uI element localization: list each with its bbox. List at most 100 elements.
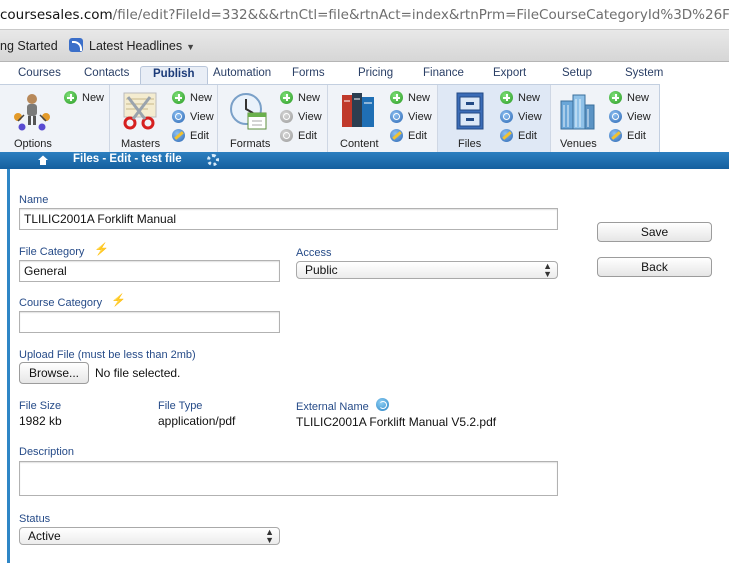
file-type-value: application/pdf [158, 414, 236, 428]
files-new-button[interactable]: New [500, 91, 540, 105]
venues-buildings-icon [560, 94, 595, 130]
no-file-selected-text: No file selected. [95, 366, 181, 380]
ribbon-group-formats: Formats New View Edit [218, 85, 328, 153]
masters-view-button[interactable]: View [172, 110, 214, 124]
edit-icon [500, 129, 513, 142]
tab-contacts[interactable]: Contacts [84, 67, 129, 79]
edit-icon [172, 129, 185, 142]
rss-icon [69, 38, 83, 52]
venues-view-button[interactable]: View [609, 110, 651, 124]
home-icon[interactable] [37, 154, 49, 166]
tab-courses[interactable]: Courses [18, 67, 61, 79]
file-size-label: File Size [19, 400, 62, 412]
options-new-button[interactable]: New [64, 91, 104, 105]
tab-system[interactable]: System [625, 67, 663, 79]
view-icon [500, 110, 513, 123]
content-books-icon [342, 93, 374, 127]
formats-edit-button[interactable]: Edit [280, 129, 317, 143]
tab-forms[interactable]: Forms [292, 67, 325, 79]
venues-new-button[interactable]: New [609, 91, 649, 105]
browse-button[interactable]: Browse... [19, 362, 89, 384]
formats-new-button[interactable]: New [280, 91, 320, 105]
address-bar[interactable]: coursesales.com/file/edit?FileId=332&&&r… [0, 0, 729, 30]
back-button[interactable]: Back [597, 257, 712, 277]
external-name-label: External Name [296, 401, 369, 413]
bookmarks-bar: ng Started Latest Headlines ▼ [0, 30, 729, 62]
view-icon [280, 110, 293, 123]
ribbon-group-masters: Masters New View Edit [110, 85, 218, 153]
venues-edit-button[interactable]: Edit [609, 129, 646, 143]
description-textarea[interactable] [19, 461, 558, 496]
course-category-input[interactable] [19, 311, 280, 333]
masters-new-label: New [190, 92, 213, 104]
edit-icon [390, 129, 403, 142]
lightning-icon[interactable]: ⚡ [94, 242, 109, 256]
file-type-label: File Type [158, 400, 203, 412]
tab-automation[interactable]: Automation [213, 67, 271, 79]
new-icon [390, 91, 403, 104]
file-category-label: File Category [19, 246, 85, 258]
content-view-button[interactable]: View [390, 110, 432, 124]
lightning-icon[interactable]: ⚡ [111, 293, 126, 307]
tab-setup[interactable]: Setup [562, 67, 592, 79]
publish-ribbon: Options New Masters New View Edit Format… [0, 84, 660, 153]
name-input[interactable]: TLILIC2001A Forklift Manual [19, 208, 558, 230]
files-new-label: New [518, 92, 541, 104]
venues-new-label: New [627, 92, 650, 104]
masters-scissors-icon [123, 92, 157, 130]
content-edit-label: Edit [408, 130, 427, 142]
file-category-input[interactable]: General [19, 260, 280, 282]
url-host: coursesales.com [0, 7, 113, 23]
gear-icon[interactable] [207, 154, 219, 166]
ribbon-formats-label[interactable]: Formats [230, 138, 270, 150]
ribbon-masters-label[interactable]: Masters [121, 138, 160, 150]
options-people-icon [14, 94, 50, 131]
select-arrows-icon: ▲ ▼ [543, 261, 552, 279]
files-edit-label: Edit [518, 130, 537, 142]
tab-publish[interactable]: Publish [140, 66, 208, 85]
masters-new-button[interactable]: New [172, 91, 212, 105]
ribbon-options-label[interactable]: Options [14, 138, 52, 150]
ribbon-content-label[interactable]: Content [340, 138, 379, 150]
content-new-button[interactable]: New [390, 91, 430, 105]
tab-finance[interactable]: Finance [423, 67, 464, 79]
tab-pricing[interactable]: Pricing [358, 67, 393, 79]
files-view-button[interactable]: View [500, 110, 542, 124]
description-label: Description [19, 446, 75, 458]
formats-new-label: New [298, 92, 321, 104]
files-cabinet-icon [456, 92, 484, 130]
formats-clock-calendar-icon [230, 93, 267, 130]
refresh-icon[interactable] [376, 398, 389, 411]
bookmark-latest-headlines[interactable]: Latest Headlines ▼ [69, 30, 195, 63]
status-select-value: Active [28, 529, 61, 543]
access-select[interactable]: Public ▲ ▼ [296, 261, 558, 279]
new-icon [609, 91, 622, 104]
file-size-value: 1982 kb [19, 414, 62, 428]
edit-icon [609, 129, 622, 142]
files-edit-button[interactable]: Edit [500, 129, 537, 143]
masters-edit-button[interactable]: Edit [172, 129, 209, 143]
access-label: Access [296, 247, 332, 259]
content-new-label: New [408, 92, 431, 104]
tab-export[interactable]: Export [493, 67, 526, 79]
venues-edit-label: Edit [627, 130, 646, 142]
formats-view-button[interactable]: View [280, 110, 322, 124]
ribbon-venues-label[interactable]: Venues [560, 138, 597, 150]
ribbon-files-label[interactable]: Files [458, 138, 481, 150]
files-view-label: View [518, 111, 542, 123]
formats-view-label: View [298, 111, 322, 123]
masters-edit-label: Edit [190, 130, 209, 142]
save-button[interactable]: Save [597, 222, 712, 242]
access-select-value: Public [305, 263, 338, 277]
course-category-label: Course Category [19, 297, 103, 309]
content-edit-button[interactable]: Edit [390, 129, 427, 143]
content-view-label: View [408, 111, 432, 123]
dropdown-caret-icon: ▼ [186, 42, 196, 52]
view-icon [390, 110, 403, 123]
status-select[interactable]: Active ▲ ▼ [19, 527, 280, 545]
new-icon [280, 91, 293, 104]
edit-icon [280, 129, 293, 142]
venues-view-label: View [627, 111, 651, 123]
main-menu: Courses Contacts Publish Automation Form… [0, 62, 729, 85]
bookmark-getting-started[interactable]: ng Started [0, 30, 58, 62]
